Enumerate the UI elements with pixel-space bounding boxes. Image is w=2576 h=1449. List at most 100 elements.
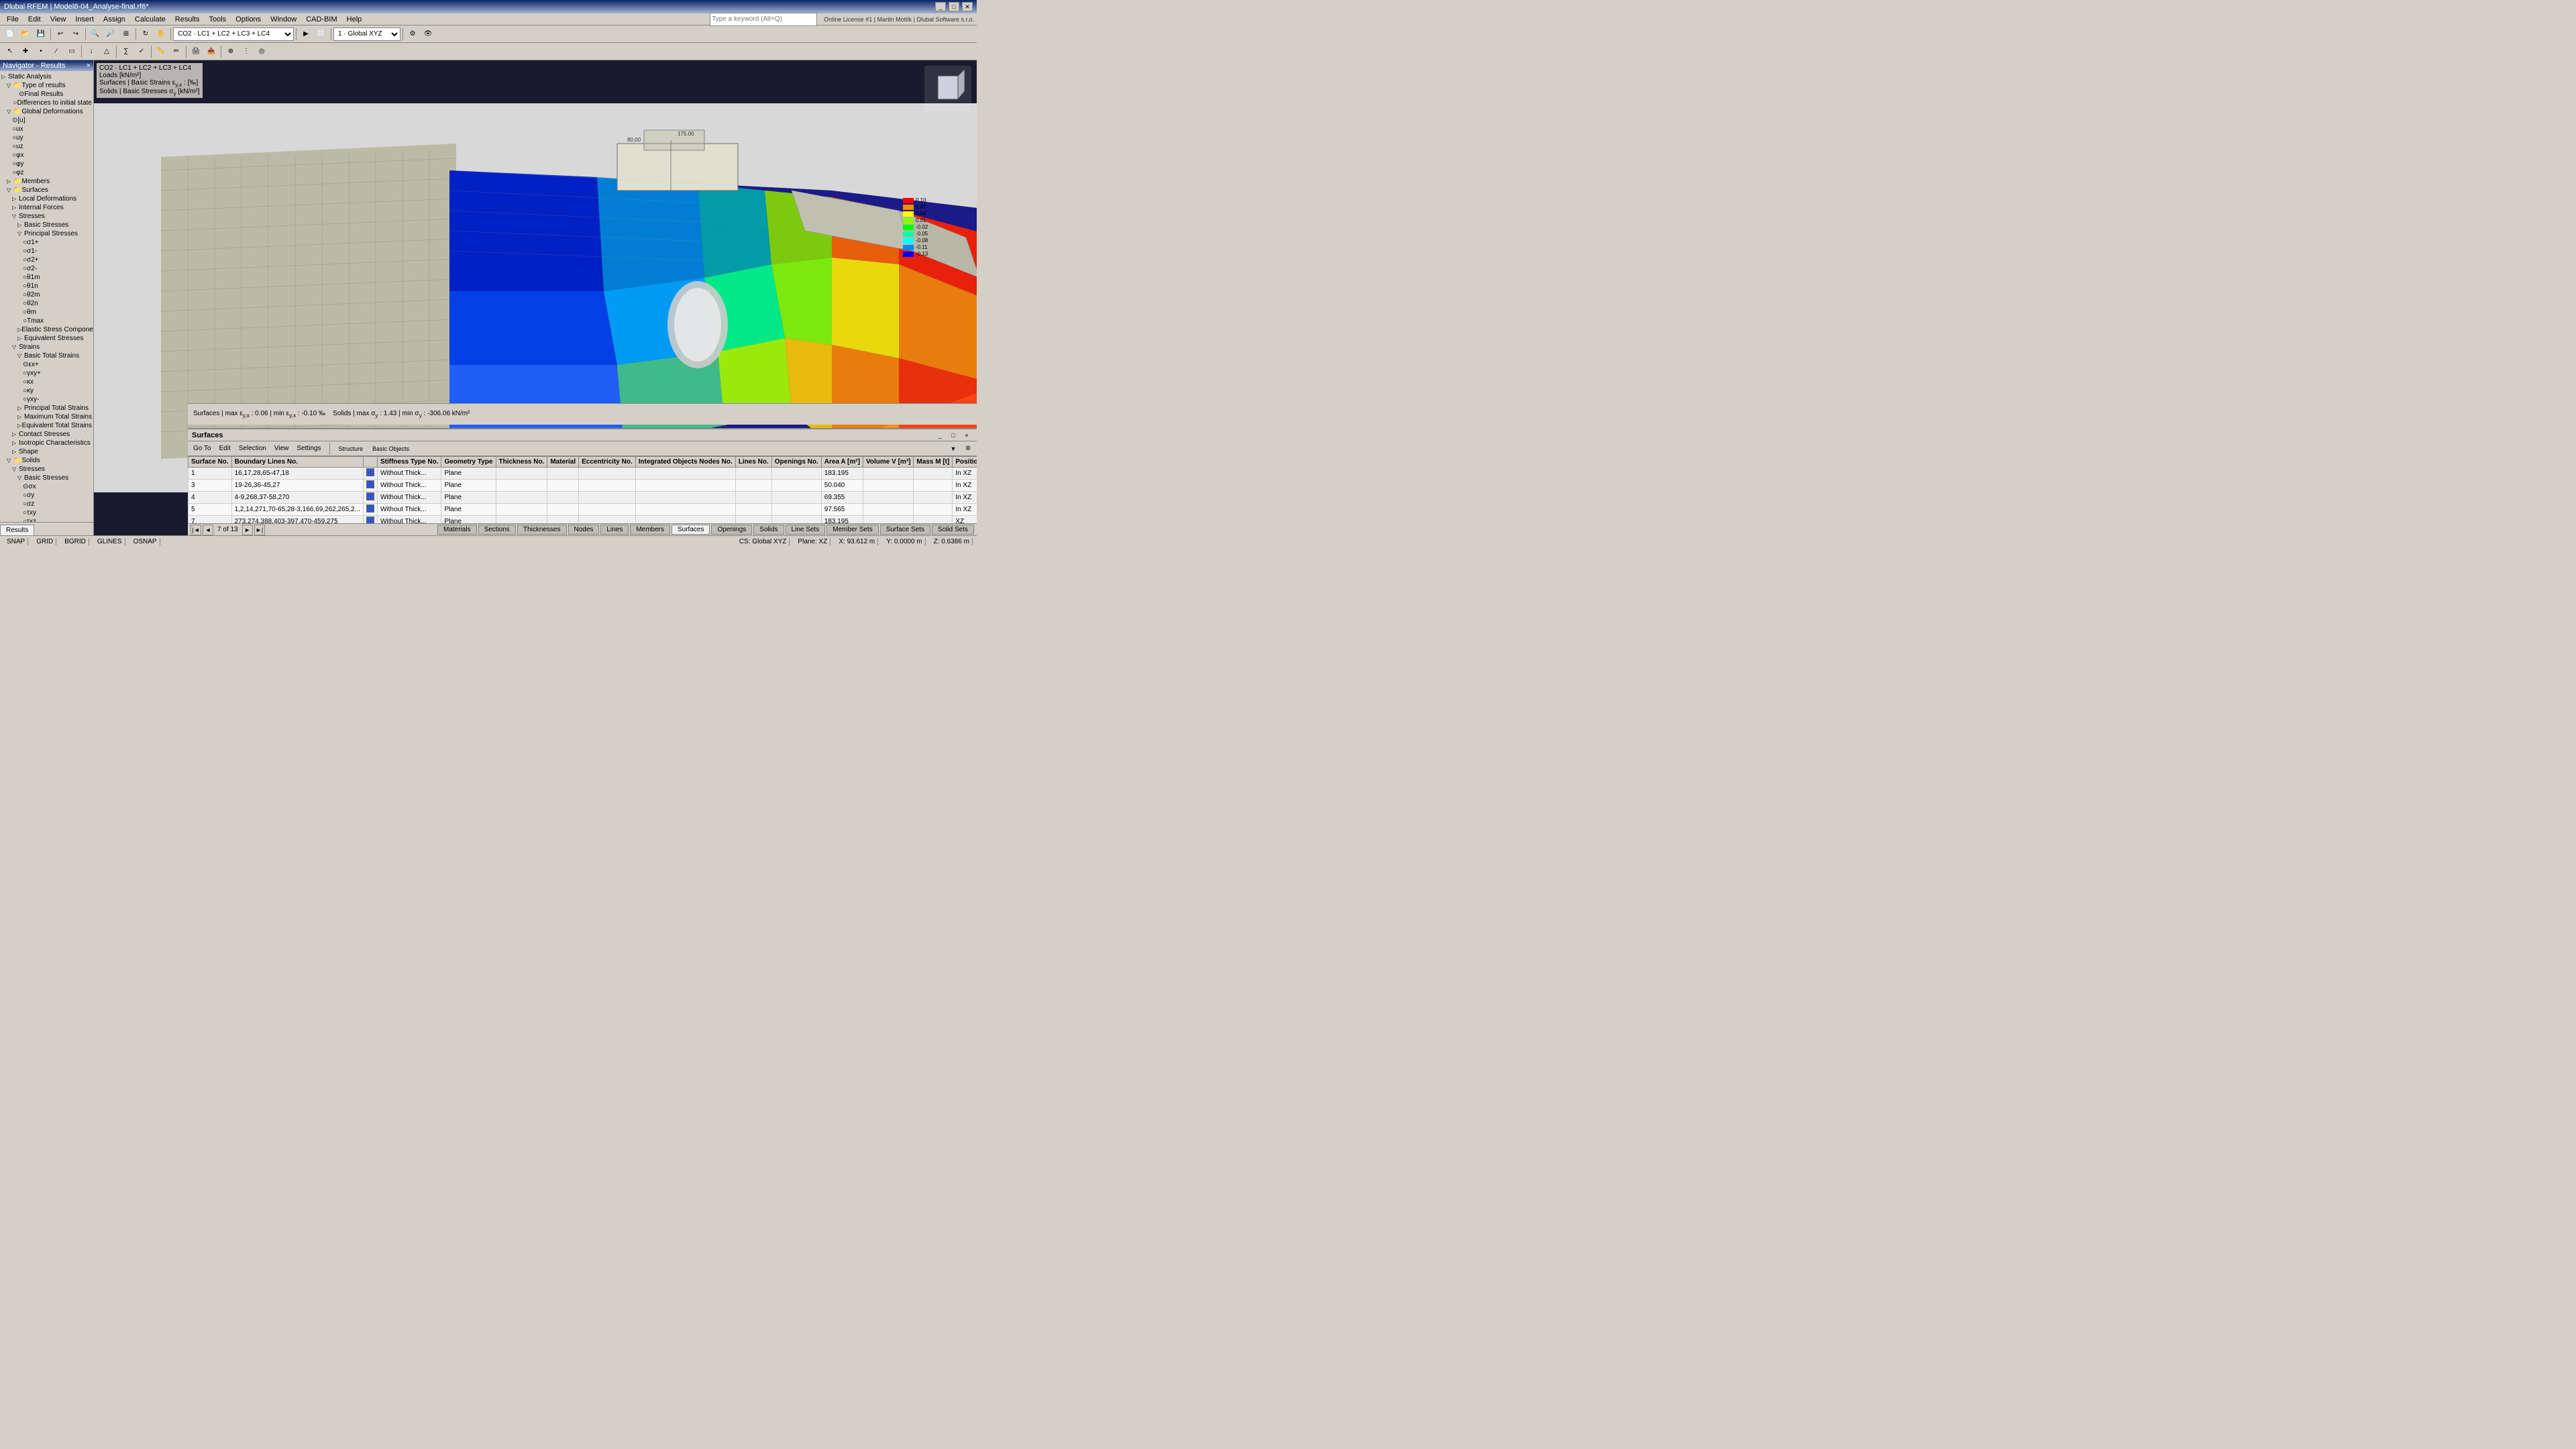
nav-isotropic[interactable]: ▷ Isotropic Characteristics bbox=[1, 439, 92, 447]
menu-tools[interactable]: Tools bbox=[205, 15, 230, 24]
nav-gamxy[interactable]: ○γxy+ bbox=[1, 369, 92, 378]
nav-phiy[interactable]: ○ φy bbox=[1, 160, 92, 168]
nav-theta2n[interactable]: ○θ2n bbox=[1, 299, 92, 308]
measure-button[interactable]: 📏 bbox=[154, 44, 168, 59]
zoom-out-button[interactable]: 🔎 bbox=[103, 27, 118, 42]
nav-sigma1m[interactable]: ○σ1- bbox=[1, 247, 92, 256]
settings-button[interactable]: ⚙ bbox=[405, 27, 420, 42]
nav-uy[interactable]: ○ uy bbox=[1, 133, 92, 142]
nav-kappax[interactable]: ○κx bbox=[1, 378, 92, 386]
nav-members[interactable]: ▷ 📁 Members bbox=[1, 177, 92, 186]
nav-uz[interactable]: ○ uz bbox=[1, 142, 92, 151]
orientation-cube[interactable]: X Y Z bbox=[924, 66, 971, 113]
nav-elastic-stress[interactable]: ▷ Elastic Stress Components bbox=[1, 325, 92, 334]
structure-button[interactable]: Structure bbox=[335, 443, 367, 455]
nav-sigma2p[interactable]: ○σ2+ bbox=[1, 256, 92, 264]
line-button[interactable]: ⁄ bbox=[49, 44, 64, 59]
tab-materials[interactable]: Materials bbox=[437, 525, 477, 535]
nav-sigx[interactable]: ⊙σx bbox=[1, 482, 92, 491]
status-grid[interactable]: GRID bbox=[34, 538, 56, 545]
tab-solids[interactable]: Solids bbox=[753, 525, 784, 535]
zoom-in-button[interactable]: 🔍 bbox=[88, 27, 103, 42]
table-row[interactable]: 1 16,17,28,65-47,18 Without Thick... Pla… bbox=[189, 468, 977, 480]
surface-button[interactable]: ▭ bbox=[64, 44, 79, 59]
nav-stresses[interactable]: ▽ Stresses bbox=[1, 212, 92, 221]
menu-help[interactable]: Help bbox=[343, 15, 366, 24]
annotate-button[interactable]: ✏ bbox=[169, 44, 184, 59]
basic-objects-button[interactable]: Basic Objects bbox=[369, 443, 413, 455]
goto-menu[interactable]: Go To bbox=[191, 444, 214, 453]
table-row[interactable]: 4 4-9,268,37-58,270 Without Thick... Pla… bbox=[189, 492, 977, 504]
tab-surface-sets[interactable]: Surface Sets bbox=[880, 525, 930, 535]
results-minimize-button[interactable]: _ bbox=[934, 429, 946, 441]
nav-max-total[interactable]: ▷ Maximum Total Strains bbox=[1, 413, 92, 421]
nav-basic-stresses[interactable]: ▷ Basic Stresses bbox=[1, 221, 92, 229]
tab-nodes[interactable]: Nodes bbox=[568, 525, 600, 535]
tab-member-sets[interactable]: Member Sets bbox=[826, 525, 878, 535]
results-close-button[interactable]: × bbox=[961, 429, 973, 441]
status-glines[interactable]: GLINES bbox=[95, 538, 125, 545]
osnap-button[interactable]: ◎ bbox=[254, 44, 269, 59]
nav-equiv-total[interactable]: ▷ Equivalent Total Strains bbox=[1, 421, 92, 430]
menu-window[interactable]: Window bbox=[266, 15, 301, 24]
wireframe-button[interactable]: ⬜ bbox=[314, 27, 329, 42]
nav-close-icon[interactable]: × bbox=[87, 62, 91, 70]
nav-theta1m[interactable]: ○θ1m bbox=[1, 273, 92, 282]
nav-sigma2m[interactable]: ○σ2- bbox=[1, 264, 92, 273]
nav-sigz[interactable]: ○σz bbox=[1, 500, 92, 508]
settings-menu[interactable]: Settings bbox=[294, 444, 323, 453]
grid-button[interactable]: ⋮ bbox=[239, 44, 254, 59]
tab-thicknesses[interactable]: Thicknesses bbox=[517, 525, 567, 535]
nav-solids[interactable]: ▽ 📁 Solids bbox=[1, 456, 92, 465]
nav-thetam[interactable]: ○θm bbox=[1, 308, 92, 317]
menu-results[interactable]: Results bbox=[171, 15, 204, 24]
nav-tauxy[interactable]: ○τxy bbox=[1, 508, 92, 517]
menu-options[interactable]: Options bbox=[231, 15, 265, 24]
menu-calculate[interactable]: Calculate bbox=[131, 15, 170, 24]
viewport[interactable]: 175.00 80.00 bbox=[94, 60, 977, 535]
status-snap[interactable]: SNAP bbox=[4, 538, 28, 545]
nav-principal-stresses[interactable]: ▽ Principal Stresses bbox=[1, 229, 92, 238]
nav-local-def[interactable]: ▷ Local Deformations bbox=[1, 195, 92, 203]
check-button[interactable]: ✓ bbox=[134, 44, 149, 59]
open-button[interactable]: 📂 bbox=[18, 27, 33, 42]
close-button[interactable]: ✕ bbox=[962, 2, 973, 11]
menu-insert[interactable]: Insert bbox=[71, 15, 98, 24]
menu-assign[interactable]: Assign bbox=[99, 15, 129, 24]
tab-line-sets[interactable]: Line Sets bbox=[786, 525, 826, 535]
nav-u[interactable]: ⊙ [u] bbox=[1, 116, 92, 125]
nav-final-results[interactable]: ⊙ Final Results bbox=[1, 90, 92, 99]
nav-ux[interactable]: ○ ux bbox=[1, 125, 92, 133]
support-button[interactable]: △ bbox=[99, 44, 114, 59]
prev-page-button[interactable]: ◄ bbox=[203, 525, 213, 535]
snap-button[interactable]: ⊕ bbox=[223, 44, 238, 59]
nav-solid-stresses[interactable]: ▽ Stresses bbox=[1, 465, 92, 474]
node-button[interactable]: • bbox=[34, 44, 48, 59]
tab-solid-sets[interactable]: Solid Sets bbox=[932, 525, 974, 535]
pan-button[interactable]: ✋ bbox=[154, 27, 168, 42]
next-page-button[interactable]: ► bbox=[242, 525, 253, 535]
select-button[interactable]: ↖ bbox=[3, 44, 17, 59]
load-button[interactable]: ↓ bbox=[84, 44, 99, 59]
filter-button[interactable]: ▼ bbox=[947, 443, 959, 455]
nav-theta2m[interactable]: ○θ2m bbox=[1, 290, 92, 299]
table-row[interactable]: 7 273,274,388,403-397,470-459,275 Withou… bbox=[189, 516, 977, 524]
view-menu[interactable]: View bbox=[272, 444, 292, 453]
nav-tauxz[interactable]: ○τxz bbox=[1, 517, 92, 522]
nav-strains[interactable]: ▽ Strains bbox=[1, 343, 92, 352]
new-button[interactable]: 📄 bbox=[3, 27, 17, 42]
selection-menu[interactable]: Selection bbox=[236, 444, 269, 453]
nav-shape[interactable]: ▷ Shape bbox=[1, 447, 92, 456]
nav-phiz[interactable]: ○ φz bbox=[1, 168, 92, 177]
nav-tmax[interactable]: ○Tmax bbox=[1, 317, 92, 325]
nav-contact-stresses[interactable]: ▷ Contact Stresses bbox=[1, 430, 92, 439]
col-settings-button[interactable]: ⚙ bbox=[962, 443, 974, 455]
calc-button[interactable]: ∑ bbox=[119, 44, 133, 59]
menu-file[interactable]: File bbox=[3, 15, 23, 24]
nav-sigma1p[interactable]: ○σ1+ bbox=[1, 238, 92, 247]
nav-type-results[interactable]: ▽ 📁 Type of results bbox=[1, 81, 92, 90]
save-button[interactable]: 💾 bbox=[34, 27, 48, 42]
redo-button[interactable]: ↪ bbox=[68, 27, 83, 42]
results-maximize-button[interactable]: □ bbox=[947, 429, 959, 441]
print-button[interactable]: 🖨 bbox=[189, 44, 203, 59]
